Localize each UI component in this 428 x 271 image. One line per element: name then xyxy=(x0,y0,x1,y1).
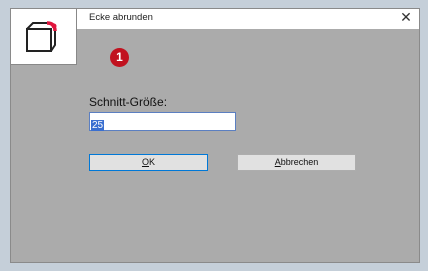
size-input[interactable]: 25 xyxy=(89,112,236,131)
dialog-title: Ecke abrunden xyxy=(89,12,153,23)
cancel-button[interactable]: Abbrechen xyxy=(237,154,356,171)
close-icon[interactable]: ✕ xyxy=(397,10,415,28)
ok-button[interactable]: OK xyxy=(89,154,208,171)
size-input-value: 25 xyxy=(91,120,105,131)
cancel-label-rest: bbrechen xyxy=(280,157,319,167)
icon-panel xyxy=(11,9,77,65)
step-badge: 1 xyxy=(110,48,129,67)
ok-mnemonic: O xyxy=(141,157,149,167)
ok-label-rest: K xyxy=(149,157,156,167)
size-label: Schnitt-Größe: xyxy=(89,95,168,109)
dialog-window: Ecke abrunden ✕ 1 Schnitt-Größe: 25 OK A… xyxy=(10,8,420,263)
rounded-corner-icon xyxy=(26,21,57,52)
